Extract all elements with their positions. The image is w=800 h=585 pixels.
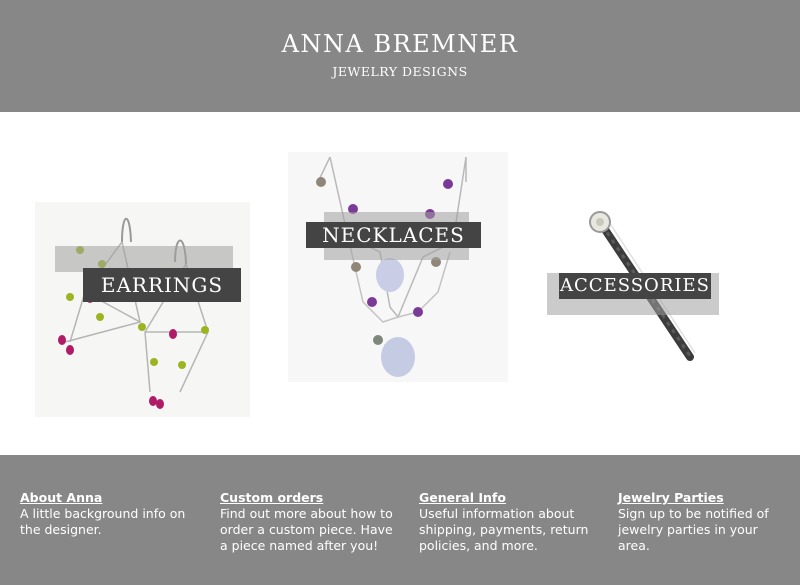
general-info-link[interactable]: General Info: [419, 490, 594, 506]
earrings-image: [35, 202, 250, 417]
site-footer: About Anna A little background info on t…: [0, 455, 800, 585]
footer-parties: Jewelry Parties Sign up to be notified o…: [618, 490, 793, 554]
jewelry-parties-text: Sign up to be notified of jewelry partie…: [618, 506, 769, 553]
footer-about: About Anna A little background info on t…: [20, 490, 195, 538]
custom-orders-link[interactable]: Custom orders: [220, 490, 395, 506]
necklaces-category[interactable]: NECKLACES: [288, 152, 513, 407]
brand-subtitle: JEWELRY DESIGNS: [332, 64, 468, 79]
general-info-text: Useful information about shipping, payme…: [419, 506, 589, 553]
necklaces-label[interactable]: NECKLACES: [306, 212, 506, 272]
earrings-label-text: EARRINGS: [83, 268, 241, 302]
site-header: ANNA BREMNER JEWELRY DESIGNS: [0, 0, 800, 112]
footer-custom: Custom orders Find out more about how to…: [220, 490, 395, 554]
earrings-label[interactable]: EARRINGS: [55, 246, 245, 306]
footer-general: General Info Useful information about sh…: [419, 490, 594, 554]
accessories-category[interactable]: ACCESSORIES: [545, 207, 730, 367]
about-anna-text: A little background info on the designer…: [20, 506, 186, 537]
brand-name[interactable]: ANNA BREMNER: [0, 30, 800, 58]
accessories-label[interactable]: ACCESSORIES: [547, 273, 722, 323]
earrings-category[interactable]: EARRINGS: [30, 202, 260, 432]
about-anna-link[interactable]: About Anna: [20, 490, 195, 506]
necklaces-label-text: NECKLACES: [306, 222, 481, 248]
custom-orders-text: Find out more about how to order a custo…: [220, 506, 393, 553]
necklaces-image: [288, 152, 508, 382]
accessories-label-text: ACCESSORIES: [559, 273, 711, 299]
jewelry-parties-link[interactable]: Jewelry Parties: [618, 490, 793, 506]
product-gallery: EARRINGS NECKLACES ACCESSORIES: [0, 112, 800, 455]
